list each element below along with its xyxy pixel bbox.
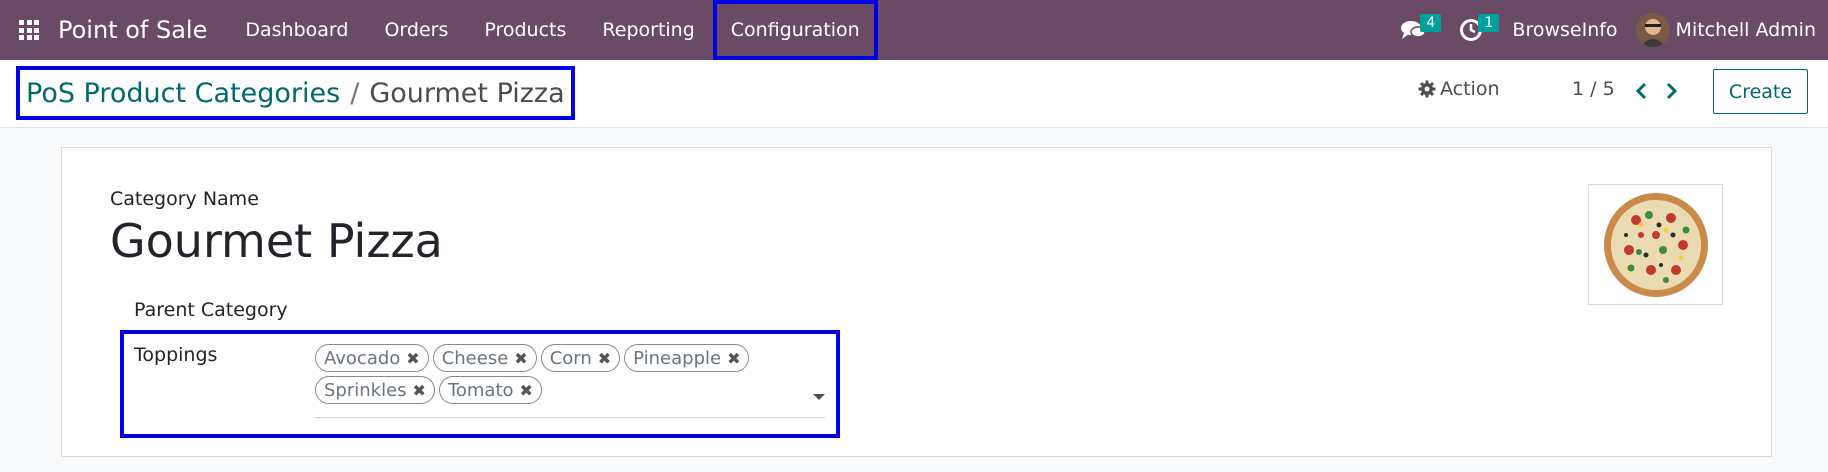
gear-icon xyxy=(1418,80,1436,98)
remove-tag-icon[interactable]: ✖ xyxy=(406,349,419,368)
tag-avocado: Avocado ✖ xyxy=(315,344,429,372)
toppings-tags-input[interactable]: Avocado ✖ Cheese ✖ Corn ✖ Pineapple ✖ Sprink… xyxy=(315,344,825,418)
action-menu-button[interactable]: Action xyxy=(1418,78,1500,100)
avatar xyxy=(1635,13,1670,47)
parent-category-label: Parent Category xyxy=(134,299,288,321)
app-name[interactable]: Point of Sale xyxy=(58,16,207,44)
category-name-field[interactable]: Gourmet Pizza xyxy=(110,214,443,268)
create-button[interactable]: Create xyxy=(1713,69,1808,114)
category-image[interactable] xyxy=(1588,184,1723,305)
remove-tag-icon[interactable]: ✖ xyxy=(514,349,527,368)
remove-tag-icon[interactable]: ✖ xyxy=(727,349,740,368)
company-switcher[interactable]: BrowseInfo xyxy=(1500,19,1635,41)
pizza-image xyxy=(1603,192,1708,297)
apps-menu-icon[interactable] xyxy=(0,0,58,60)
caret-down-icon[interactable] xyxy=(813,394,825,400)
breadcrumb-current: Gourmet Pizza xyxy=(369,77,565,109)
activities-badge: 1 xyxy=(1478,14,1500,32)
menu-configuration[interactable]: Configuration xyxy=(712,0,878,60)
user-name: Mitchell Admin xyxy=(1675,19,1816,41)
activities-button[interactable]: 1 xyxy=(1442,0,1500,60)
messages-button[interactable]: 4 xyxy=(1384,0,1442,60)
tag-sprinkles: Sprinkles ✖ xyxy=(315,376,435,404)
menu-products[interactable]: Products xyxy=(466,0,584,60)
messages-badge: 4 xyxy=(1420,14,1442,32)
toppings-field-group: Toppings Avocado ✖ Cheese ✖ Corn ✖ Pineappl… xyxy=(120,330,840,438)
toppings-label: Toppings xyxy=(134,344,218,366)
tag-corn: Corn ✖ xyxy=(540,344,621,372)
pager-next-button[interactable] xyxy=(1659,76,1685,106)
remove-tag-icon[interactable]: ✖ xyxy=(413,381,426,400)
chevron-left-icon xyxy=(1635,82,1647,100)
form-sheet: Category Name Gourmet Pizza Parent Categ… xyxy=(61,147,1772,457)
menu-orders[interactable]: Orders xyxy=(366,0,466,60)
breadcrumb-parent-link[interactable]: PoS Product Categories xyxy=(26,78,340,109)
breadcrumb-separator: / xyxy=(350,77,360,109)
remove-tag-icon[interactable]: ✖ xyxy=(520,381,533,400)
top-navbar: Point of Sale Dashboard Orders Products … xyxy=(0,0,1828,60)
menu-reporting[interactable]: Reporting xyxy=(584,0,712,60)
tag-cheese: Cheese ✖ xyxy=(432,344,537,372)
pager-previous-button[interactable] xyxy=(1628,76,1654,106)
menu-dashboard[interactable]: Dashboard xyxy=(227,0,366,60)
control-panel: PoS Product Categories / Gourmet Pizza A… xyxy=(0,60,1828,128)
pager-value[interactable]: 1 / 5 xyxy=(1572,78,1615,100)
remove-tag-icon[interactable]: ✖ xyxy=(598,349,611,368)
chevron-right-icon xyxy=(1666,82,1678,100)
breadcrumb: PoS Product Categories / Gourmet Pizza xyxy=(16,66,575,120)
action-label: Action xyxy=(1440,78,1500,100)
tag-tomato: Tomato ✖ xyxy=(438,376,542,404)
tag-pineapple: Pineapple ✖ xyxy=(624,344,750,372)
user-menu[interactable]: Mitchell Admin xyxy=(1635,13,1828,47)
category-name-label: Category Name xyxy=(110,188,259,210)
